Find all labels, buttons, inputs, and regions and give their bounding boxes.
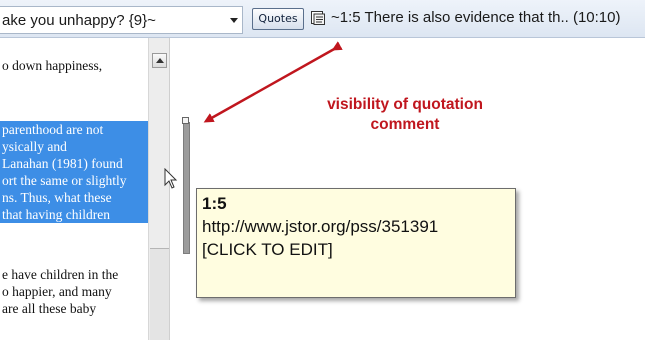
tooltip-url: http://www.jstor.org/pss/351391: [202, 217, 439, 236]
document-line-selected: that having children: [0, 206, 148, 223]
quote-list-icon[interactable]: [311, 11, 325, 25]
chevron-down-icon[interactable]: [230, 18, 238, 23]
tooltip-quotation-id: 1:5: [202, 194, 227, 213]
document-line-selected: Lanahan (1981) found: [0, 155, 148, 172]
annotation-callout: visibility of quotation comment: [305, 95, 505, 135]
document-line-selected: ns. Thus, what these: [0, 189, 148, 206]
document-line: e have children in the: [2, 267, 119, 282]
scroll-up-button[interactable]: [152, 53, 167, 68]
code-combo-value: ake you unhappy? {9}~: [2, 12, 156, 29]
quotation-comment-tooltip[interactable]: 1:5 http://www.jstor.org/pss/351391 [CLI…: [196, 188, 516, 298]
quotes-button[interactable]: Quotes: [252, 8, 304, 30]
quotation-comment-marker[interactable]: [182, 117, 189, 124]
toolbar: ake you unhappy? {9}~ Quotes ~1:5 There …: [0, 0, 645, 38]
annotation-callout-line: visibility of quotation: [327, 96, 483, 113]
quote-combo-value[interactable]: ~1:5 There is also evidence that th.. (1…: [331, 9, 620, 26]
document-line-selected: parenthood are not: [0, 121, 148, 138]
scroll-thumb[interactable]: [150, 248, 169, 340]
annotation-callout-line: comment: [370, 116, 440, 133]
mouse-pointer-icon: [164, 168, 178, 189]
code-combo-box[interactable]: ake you unhappy? {9}~: [0, 6, 243, 34]
document-line: o down happiness,: [2, 58, 103, 73]
chevron-up-icon: [156, 58, 164, 63]
tooltip-edit-hint[interactable]: [CLICK TO EDIT]: [202, 238, 510, 261]
document-line: are all these baby: [2, 301, 97, 316]
document-line: o happier, and many: [2, 284, 112, 299]
document-line-selected: ysically and: [0, 138, 148, 155]
quotation-margin-bar[interactable]: [183, 122, 190, 254]
document-pane[interactable]: o down happiness, parenthood are not ysi…: [0, 38, 148, 340]
document-line-selected: ort the same or slightly: [0, 172, 148, 189]
